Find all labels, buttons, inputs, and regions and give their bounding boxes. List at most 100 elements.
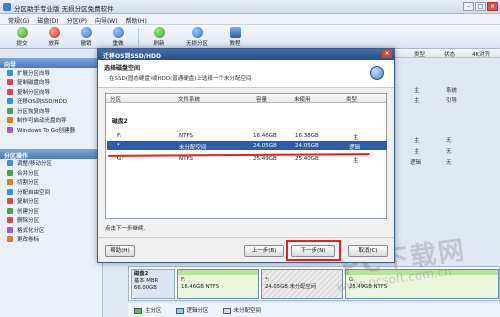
sidebar-item-label[interactable]: 更改卷标 xyxy=(0,235,102,245)
sidebar-item-allocate[interactable]: 分配自由空间 xyxy=(0,187,102,197)
table-row[interactable]: F: NTFS 16.46GB 16.38GB 主 xyxy=(107,131,387,141)
sidebar-item-recovery[interactable]: 分区恢复向导 xyxy=(0,106,102,116)
dialog-hint: 点击下一步继续. xyxy=(105,226,146,232)
dialog-footer: 帮助(H) 上一步(B) 下一步(N) 取消(C) xyxy=(98,237,394,263)
sidebar: 向导 扩展分区向导 复制磁盘向导 复制分区向导 迁移OS到SSD/HDD 分区恢… xyxy=(0,58,103,317)
redo-icon xyxy=(112,27,124,38)
migrate-os-dialog: 迁移OS到SSD/HDD × 选择磁盘空间 在SSD(固态硬盘)或HDD(普通硬… xyxy=(97,48,395,263)
dialog-step-desc: 在SSD(固态硬盘)或HDD(普通硬盘)上选择一个未分配空间 xyxy=(109,76,252,82)
menu-general[interactable]: 常规(G) xyxy=(4,14,33,25)
minimize-icon[interactable]: – xyxy=(463,2,474,11)
row-type: 逻辑 xyxy=(410,160,422,166)
dialog-header: 选择磁盘空间 在SSD(固态硬盘)或HDD(普通硬盘)上选择一个未分配空间 xyxy=(98,60,394,88)
commit-icon xyxy=(16,27,28,38)
sidebar-item-windows-to-go[interactable]: Windows To Go创建器 xyxy=(0,125,102,135)
maximize-icon[interactable]: □ xyxy=(475,2,486,11)
disk-group-label: 磁盘2 xyxy=(112,119,128,125)
menu-partition[interactable]: 分区(P) xyxy=(63,14,91,25)
partition-size: 24.05GB 未分配空间 xyxy=(265,284,317,290)
close-icon[interactable]: × xyxy=(382,50,392,58)
col-type[interactable]: 类型 xyxy=(346,95,357,103)
help-button[interactable]: 帮助(H) xyxy=(105,245,135,257)
legend: 主分区 逻辑分区 未分配空间 xyxy=(128,303,500,317)
col-capacity[interactable]: 容量 xyxy=(256,95,267,103)
partition-size: 16.46GB NTFS xyxy=(181,284,220,290)
primary-swatch xyxy=(134,307,142,314)
resize-icon xyxy=(7,160,13,167)
sidebar-item-migrate-os[interactable]: 迁移OS到SSD/HDD xyxy=(0,97,102,107)
disk-partition-unallocated[interactable]: *: 24.05GB 未分配空间 xyxy=(261,269,343,299)
refresh-button[interactable]: 刷新 xyxy=(143,25,175,49)
disk-info[interactable]: 磁盘2 基本 MBR 66.00GB xyxy=(131,269,175,299)
close-icon[interactable]: × xyxy=(487,2,498,11)
sidebar-item-delete[interactable]: 删除分区 xyxy=(0,216,102,226)
format-icon xyxy=(7,226,13,233)
sidebar-item-copy[interactable]: 复制分区 xyxy=(0,197,102,207)
sidebar-item-resize[interactable]: 调整/移动分区 xyxy=(0,159,102,169)
back-button[interactable]: 上一步(B) xyxy=(244,245,284,257)
split-icon xyxy=(7,179,13,186)
row-status: 无 xyxy=(446,138,452,144)
disk-kind: 基本 MBR xyxy=(134,278,159,284)
row-type: 主 xyxy=(414,138,420,144)
redo-button[interactable]: 重做 xyxy=(102,25,134,49)
col-unused[interactable]: 未使用 xyxy=(294,95,311,103)
menu-disk[interactable]: 磁盘(D) xyxy=(33,14,62,25)
legend-logical: 逻辑分区 xyxy=(175,306,209,314)
app-icon xyxy=(3,3,11,11)
disk-partition-f[interactable]: F: 16.46GB NTFS xyxy=(177,269,259,299)
row-status: 无 xyxy=(446,149,452,155)
unallocated-swatch xyxy=(222,307,231,314)
row-type: 主 xyxy=(414,98,420,104)
col-type[interactable]: 类型 xyxy=(414,50,425,58)
partition-assistant-logo-icon xyxy=(370,66,384,80)
tutorial-button[interactable]: 教程 xyxy=(219,25,251,49)
copy-disk-icon xyxy=(7,79,13,86)
create-icon xyxy=(7,207,13,214)
toolbar: 提交 放弃 撤销 重做 刷新 无损分区 教程 xyxy=(0,25,500,49)
undo-button[interactable]: 撤销 xyxy=(70,25,102,49)
row-type: 主 xyxy=(414,149,420,155)
col-filesystem[interactable]: 文件系统 xyxy=(178,95,200,103)
legend-primary: 主分区 xyxy=(134,306,162,314)
col-4k[interactable]: 4K对齐 xyxy=(472,50,490,58)
menu-bar: 常规(G) 磁盘(D) 分区(P) 向导(W) 帮助(H) xyxy=(0,14,500,25)
commit-button[interactable]: 提交 xyxy=(6,25,38,49)
cancel-button[interactable]: 取消(C) xyxy=(348,245,388,257)
sidebar-item-create[interactable]: 创建分区 xyxy=(0,206,102,216)
row-status: 引导 xyxy=(446,98,458,104)
undo-icon xyxy=(80,27,92,38)
sidebar-item-extend-wizard[interactable]: 扩展分区向导 xyxy=(0,68,102,78)
menu-help[interactable]: 帮助(H) xyxy=(122,14,151,25)
recovery-icon xyxy=(7,107,13,114)
partition-label: *: xyxy=(265,277,270,283)
allocate-icon xyxy=(7,188,13,195)
col-partition[interactable]: 分区 xyxy=(110,95,121,103)
menu-wizard[interactable]: 向导(W) xyxy=(91,14,122,25)
row-status: 无 xyxy=(446,160,452,166)
dialog-step-title: 选择磁盘空间 xyxy=(104,65,141,72)
sidebar-item-bootable-cd[interactable]: 制作可启动光盘向导 xyxy=(0,116,102,126)
label-icon xyxy=(7,236,13,243)
sidebar-item-format[interactable]: 格式化分区 xyxy=(0,225,102,235)
lossless-partition-button[interactable]: 无损分区 xyxy=(175,25,219,49)
next-button[interactable]: 下一步(N) xyxy=(291,245,335,257)
col-status[interactable]: 状态 xyxy=(444,50,455,58)
merge-icon xyxy=(7,169,13,176)
table-row-selected[interactable]: * 未分配空间 24.05GB 24.05GB 逻辑 xyxy=(107,141,387,151)
sidebar-item-split[interactable]: 切割分区 xyxy=(0,178,102,188)
cd-icon xyxy=(7,117,13,124)
copy-icon xyxy=(7,198,13,205)
table-header: 分区 文件系统 容量 未使用 类型 xyxy=(106,94,386,103)
sidebar-item-merge[interactable]: 合并分区 xyxy=(0,168,102,178)
dialog-title: 迁移OS到SSD/HDD xyxy=(103,53,161,60)
row-type: 主 xyxy=(414,88,420,94)
sidebar-item-copy-partition[interactable]: 复制分区向导 xyxy=(0,87,102,97)
tutorial-icon xyxy=(229,27,241,38)
disk-size: 66.00GB xyxy=(134,285,157,291)
discard-icon xyxy=(48,27,60,38)
lossless-partition-icon xyxy=(191,27,203,38)
sidebar-item-copy-disk[interactable]: 复制磁盘向导 xyxy=(0,78,102,88)
logical-swatch xyxy=(175,307,184,314)
discard-button[interactable]: 放弃 xyxy=(38,25,70,49)
